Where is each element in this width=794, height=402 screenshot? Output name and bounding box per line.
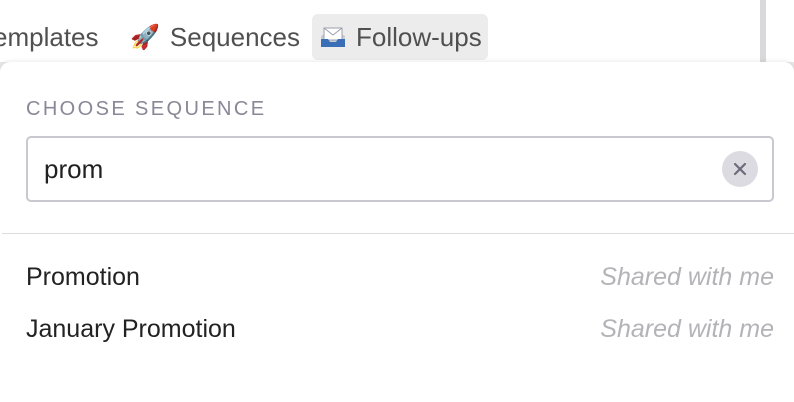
tab-label: Templates (0, 21, 99, 52)
divider (2, 233, 794, 234)
tab-label: Sequences (169, 21, 300, 52)
search-input[interactable] (44, 138, 704, 200)
close-icon (733, 162, 747, 176)
tab-follow-ups[interactable]: Follow-ups (312, 14, 488, 60)
sequence-dropdown: CHOOSE SEQUENCE Promotion Shared with me… (0, 62, 794, 402)
tab-templates[interactable]: Templates (0, 14, 99, 60)
dropdown-heading: CHOOSE SEQUENCE (26, 98, 267, 120)
tab-bar: Templates 🚀 Sequences Follow-ups (0, 0, 760, 62)
scrollbar-track (760, 0, 766, 62)
list-item[interactable]: January Promotion Shared with me (26, 309, 774, 349)
sequence-name: January Promotion (26, 314, 236, 343)
rocket-icon: 🚀 (130, 23, 160, 51)
inbox-tray-icon (320, 26, 346, 48)
sequence-name: Promotion (26, 262, 140, 291)
scrollbar[interactable] (760, 0, 794, 62)
search-field[interactable] (26, 136, 774, 202)
clear-search-button[interactable] (722, 151, 758, 187)
sharing-status: Shared with me (600, 262, 774, 291)
tab-sequences[interactable]: 🚀 Sequences (130, 14, 300, 60)
sharing-status: Shared with me (600, 314, 774, 343)
list-item[interactable]: Promotion Shared with me (26, 257, 774, 297)
tab-label: Follow-ups (356, 21, 482, 52)
